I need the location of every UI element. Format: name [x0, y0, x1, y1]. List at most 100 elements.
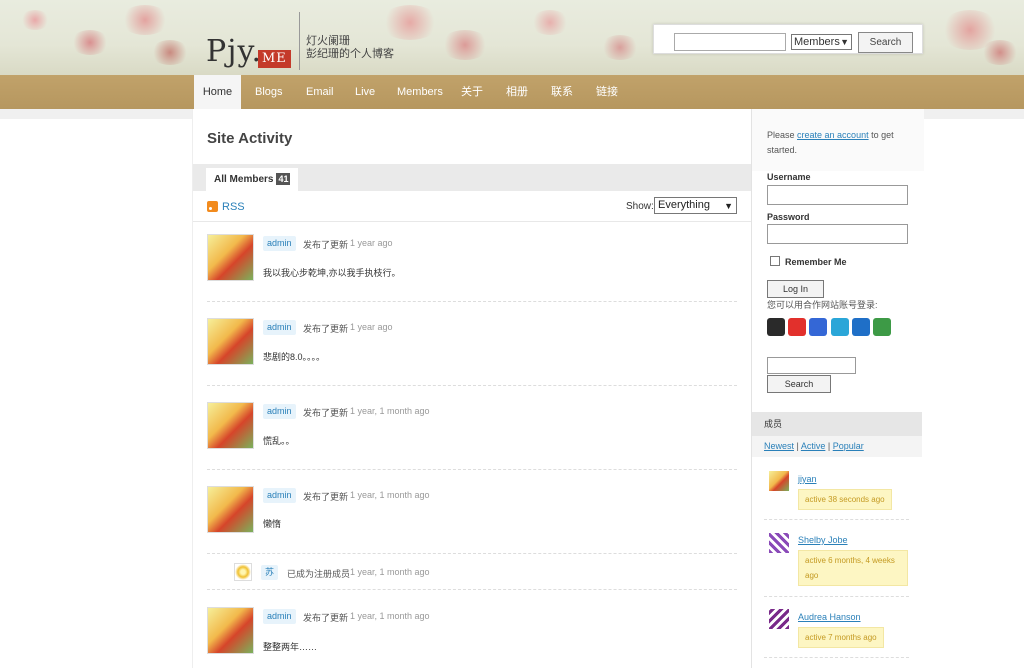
avatar[interactable]	[207, 318, 254, 365]
activity-time[interactable]: 1 year, 1 month ago	[350, 406, 430, 416]
filter-newest[interactable]: Newest	[764, 441, 794, 451]
nav-about[interactable]: 关于	[461, 75, 483, 109]
filter-separator: |	[825, 441, 833, 451]
header-search: Members ▼ Search	[653, 24, 923, 54]
intro-text: Please	[767, 130, 798, 140]
divider	[207, 589, 737, 590]
nav-members[interactable]: Members	[397, 75, 443, 109]
activity-user[interactable]: admin	[263, 236, 296, 251]
nav-links[interactable]: 链接	[596, 75, 618, 109]
renren-icon[interactable]	[852, 318, 870, 336]
activity-content: 我以我心步乾坤,亦以我手执枝行。	[263, 268, 401, 278]
username-label: Username	[767, 172, 811, 182]
site-tagline: 灯火阑珊 彭纪珊的个人博客	[306, 34, 394, 60]
right-shadow	[924, 109, 1024, 119]
avatar[interactable]	[769, 533, 789, 553]
activity-action: 发布了更新	[303, 613, 349, 623]
show-filter-label: Show:	[626, 201, 654, 212]
divider	[764, 519, 909, 520]
activity-user[interactable]: admin	[263, 488, 296, 503]
intro-text: to get	[868, 130, 894, 140]
partner-login-text: 您可以用合作网站账号登录:	[767, 300, 878, 310]
member-active-status: active 38 seconds ago	[798, 489, 892, 510]
activity-content: 慌乱。。	[263, 436, 295, 446]
avatar[interactable]	[207, 486, 254, 533]
divider	[207, 385, 737, 386]
main-nav: Home Blogs Email Live Members 关于 相册 联系 链…	[0, 75, 1024, 109]
members-filter: Newest | Active | Popular	[764, 439, 864, 454]
nav-contact[interactable]: 联系	[551, 75, 573, 109]
activity-user[interactable]: admin	[263, 320, 296, 335]
activity-time[interactable]: 1 year, 1 month ago	[350, 567, 430, 577]
avatar[interactable]	[769, 609, 789, 629]
login-button[interactable]: Log In	[767, 280, 824, 298]
remember-me-checkbox[interactable]	[770, 256, 780, 266]
nav-email[interactable]: Email	[306, 75, 334, 109]
create-account-link[interactable]: create an account	[797, 130, 869, 140]
rss-icon[interactable]	[207, 201, 218, 212]
site-logo[interactable]: Pjy.	[206, 34, 262, 69]
filter-popular[interactable]: Popular	[833, 441, 864, 451]
nav-blogs[interactable]: Blogs	[255, 75, 283, 109]
remember-me-label: Remember Me	[785, 257, 847, 267]
left-shadow	[0, 109, 192, 119]
nav-home[interactable]: Home	[194, 75, 241, 109]
intro-text: started.	[767, 145, 798, 155]
activity-content: 悲剧的8.0。。。。	[263, 352, 326, 362]
avatar[interactable]	[207, 607, 254, 654]
site-logo-badge[interactable]: ME	[258, 50, 291, 68]
avatar[interactable]	[234, 563, 252, 581]
activity-action: 发布了更新	[303, 408, 349, 418]
qq-icon[interactable]	[767, 318, 785, 336]
member-name[interactable]: Audrea Hanson	[798, 612, 861, 622]
sidebar-search-input[interactable]	[767, 357, 856, 374]
tagline-line-1: 灯火阑珊	[306, 34, 350, 47]
tencent-weibo-icon[interactable]	[831, 318, 849, 336]
activity-time[interactable]: 1 year, 1 month ago	[350, 490, 430, 500]
header-search-input[interactable]	[674, 33, 786, 51]
douban-icon[interactable]	[873, 318, 891, 336]
tab-count-badge: 41	[276, 173, 291, 185]
main-content	[192, 109, 752, 668]
avatar[interactable]	[769, 471, 789, 491]
activity-action: 发布了更新	[303, 324, 349, 334]
tab-all-members[interactable]: All Members 41	[206, 168, 299, 191]
avatar[interactable]	[207, 402, 254, 449]
tagline-line-2: 彭纪珊的个人博客	[306, 47, 394, 60]
activity-action: 已成为注册成员	[287, 569, 351, 579]
filter-active[interactable]: Active	[801, 441, 826, 451]
activity-user[interactable]: 苏	[261, 565, 279, 580]
show-filter-select[interactable]: Everything ▼	[654, 197, 737, 214]
sidebar-search-button[interactable]: Search	[767, 375, 831, 393]
page-title: Site Activity	[207, 130, 293, 147]
members-widget-title: 成员	[752, 412, 922, 436]
member-name[interactable]: jiyan	[798, 474, 817, 484]
filter-separator: |	[794, 441, 801, 451]
activity-time[interactable]: 1 year ago	[350, 322, 393, 332]
activity-user[interactable]: admin	[263, 609, 296, 624]
activity-action: 发布了更新	[303, 240, 349, 250]
activity-user[interactable]: admin	[263, 404, 296, 419]
active-line-1: active 6 months, 4 weeks	[805, 556, 895, 565]
baidu-icon[interactable]	[809, 318, 827, 336]
search-scope-select[interactable]: Members ▼	[791, 34, 852, 50]
nav-live[interactable]: Live	[355, 75, 375, 109]
header-search-button[interactable]: Search	[858, 32, 913, 53]
activity-time[interactable]: 1 year ago	[350, 238, 393, 248]
password-label: Password	[767, 212, 810, 222]
member-name[interactable]: Shelby Jobe	[798, 535, 848, 545]
nav-album[interactable]: 相册	[506, 75, 528, 109]
avatar[interactable]	[207, 234, 254, 281]
show-filter-value: Everything	[658, 199, 710, 211]
divider	[207, 553, 737, 554]
chevron-down-icon: ▼	[724, 201, 733, 211]
password-field[interactable]	[767, 224, 908, 244]
logo-divider	[299, 12, 300, 70]
member-active-status: active 7 months ago	[798, 627, 884, 648]
search-scope-value: Members	[794, 36, 840, 48]
member-active-status: active 6 months, 4 weeks ago	[798, 550, 908, 586]
username-field[interactable]	[767, 185, 908, 205]
rss-link[interactable]: RSS	[222, 201, 245, 213]
weibo-icon[interactable]	[788, 318, 806, 336]
activity-time[interactable]: 1 year, 1 month ago	[350, 611, 430, 621]
